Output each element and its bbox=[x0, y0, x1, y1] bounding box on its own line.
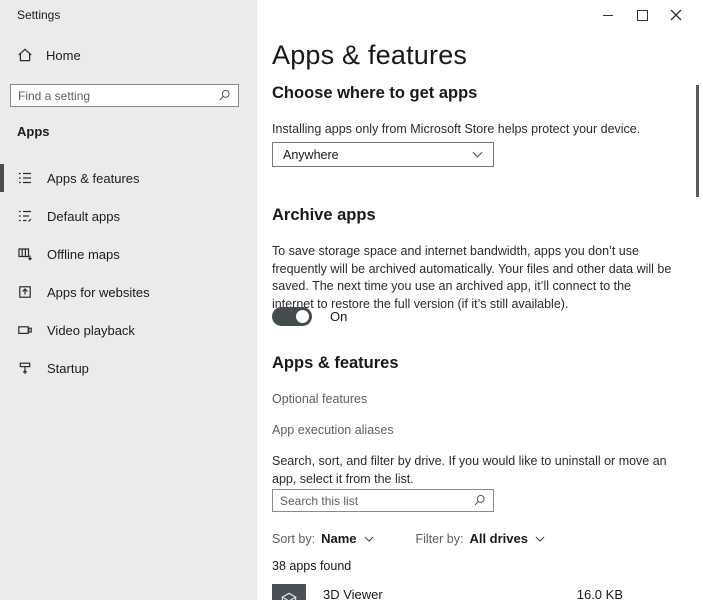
sort-by-value: Name bbox=[321, 531, 356, 546]
sidebar-item-home[interactable]: Home bbox=[17, 47, 81, 63]
search-icon bbox=[218, 89, 231, 102]
sidebar-item-label: Apps & features bbox=[47, 171, 140, 186]
startup-icon bbox=[17, 360, 33, 376]
vertical-scrollbar[interactable] bbox=[696, 85, 699, 197]
sidebar-item-label: Apps for websites bbox=[47, 285, 150, 300]
toggle-knob bbox=[296, 310, 309, 323]
app-execution-aliases-link[interactable]: App execution aliases bbox=[272, 423, 394, 437]
app-name: 3D Viewer bbox=[323, 587, 383, 600]
sidebar-item-default-apps[interactable]: Default apps bbox=[0, 197, 257, 235]
archive-apps-heading: Archive apps bbox=[272, 206, 376, 225]
video-playback-icon bbox=[17, 322, 33, 338]
sidebar-item-video-playback[interactable]: Video playback bbox=[0, 311, 257, 349]
sidebar-item-apps-features[interactable]: Apps & features bbox=[0, 159, 257, 197]
maximize-button[interactable] bbox=[625, 6, 659, 24]
home-label: Home bbox=[46, 48, 81, 63]
get-apps-dropdown[interactable]: Anywhere bbox=[272, 142, 494, 167]
archive-apps-toggle[interactable] bbox=[272, 307, 312, 326]
find-a-setting-searchbox[interactable] bbox=[10, 84, 239, 107]
settings-window: Settings Home Apps Apps & features bbox=[0, 0, 703, 600]
archive-apps-description: To save storage space and internet bandw… bbox=[272, 243, 676, 313]
search-this-list-box[interactable] bbox=[272, 489, 494, 512]
list-search-input[interactable] bbox=[280, 494, 473, 508]
minimize-button[interactable] bbox=[591, 6, 625, 24]
3d-viewer-icon bbox=[272, 584, 306, 600]
apps-for-websites-icon bbox=[17, 284, 33, 300]
search-input[interactable] bbox=[18, 89, 218, 103]
sort-by-label: Sort by: bbox=[272, 532, 315, 546]
apps-features-description: Search, sort, and filter by drive. If yo… bbox=[272, 453, 676, 488]
close-icon bbox=[670, 9, 682, 21]
dropdown-value: Anywhere bbox=[283, 148, 339, 162]
filter-by-control[interactable]: Filter by: All drives bbox=[416, 531, 545, 546]
optional-features-link[interactable]: Optional features bbox=[272, 392, 367, 406]
sort-by-control[interactable]: Sort by: Name bbox=[272, 531, 374, 546]
filter-by-label: Filter by: bbox=[416, 532, 464, 546]
app-size: 16.0 KB bbox=[577, 587, 623, 600]
sidebar-item-label: Default apps bbox=[47, 209, 120, 224]
minimize-icon bbox=[603, 15, 613, 16]
close-button[interactable] bbox=[659, 6, 693, 24]
default-apps-icon bbox=[17, 208, 33, 224]
filter-by-value: All drives bbox=[469, 531, 528, 546]
sidebar-item-label: Video playback bbox=[47, 323, 135, 338]
sidebar-item-offline-maps[interactable]: Offline maps bbox=[0, 235, 257, 273]
main-content: Apps & features Choose where to get apps… bbox=[257, 0, 703, 600]
app-list-item[interactable]: 3D Viewer 16.0 KB bbox=[272, 584, 623, 600]
toggle-state-label: On bbox=[330, 309, 347, 324]
chevron-down-icon bbox=[364, 536, 374, 542]
sidebar-section-label: Apps bbox=[17, 124, 50, 139]
sort-filter-row: Sort by: Name Filter by: All drives bbox=[272, 531, 545, 546]
sidebar-item-apps-for-websites[interactable]: Apps for websites bbox=[0, 273, 257, 311]
window-controls bbox=[591, 6, 693, 24]
home-icon bbox=[17, 47, 33, 63]
sidebar-item-startup[interactable]: Startup bbox=[0, 349, 257, 387]
chevron-down-icon bbox=[535, 536, 545, 542]
window-title: Settings bbox=[17, 8, 60, 22]
sidebar: Settings Home Apps Apps & features bbox=[0, 0, 257, 600]
maximize-icon bbox=[637, 10, 648, 21]
search-icon bbox=[473, 494, 486, 507]
chevron-down-icon bbox=[472, 151, 483, 158]
apps-found-count: 38 apps found bbox=[272, 559, 351, 573]
apps-features-icon bbox=[17, 170, 33, 186]
sidebar-item-label: Offline maps bbox=[47, 247, 120, 262]
sidebar-nav: Apps & features Default apps Offline map… bbox=[0, 159, 257, 387]
offline-maps-icon bbox=[17, 246, 33, 262]
page-title: Apps & features bbox=[272, 40, 467, 71]
apps-features-heading: Apps & features bbox=[272, 354, 399, 373]
get-apps-description: Installing apps only from Microsoft Stor… bbox=[272, 121, 682, 139]
get-apps-heading: Choose where to get apps bbox=[272, 84, 477, 103]
sidebar-item-label: Startup bbox=[47, 361, 89, 376]
archive-toggle-row: On bbox=[272, 307, 347, 326]
